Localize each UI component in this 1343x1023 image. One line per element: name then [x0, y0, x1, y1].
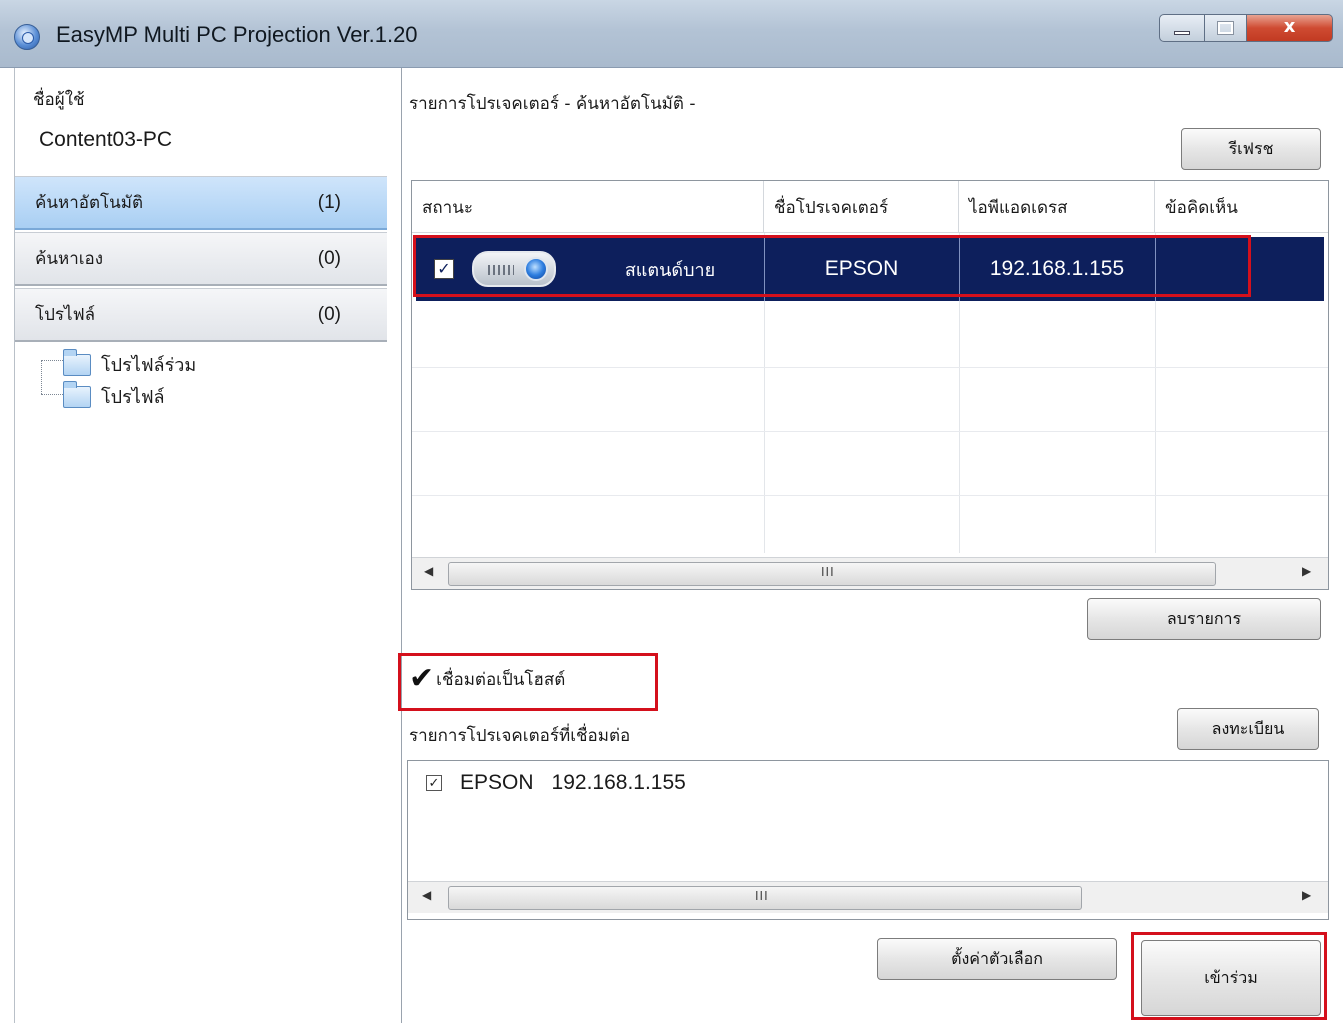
left-panel: ชื่อผู้ใช้ Content03-PC ค้นหาอัตโนมัติ (…: [14, 68, 402, 1023]
sidebar-item-profile[interactable]: โปรไฟล์ (0): [15, 288, 387, 342]
row-status: สแตนด์บาย: [624, 259, 716, 281]
column-header-status[interactable]: สถานะ: [412, 181, 764, 233]
connected-projector-list: ✓ EPSON 192.168.1.155 ◀ III ▶: [407, 760, 1329, 920]
window-title: EasyMP Multi PC Projection Ver.1.20: [56, 22, 418, 47]
connected-list-title: รายการโปรเจคเตอร์ที่เชื่อมต่อ: [409, 726, 631, 746]
register-button[interactable]: ลงทะเบียน: [1177, 708, 1319, 750]
tree-item-shared-profile[interactable]: โปรไฟล์ร่วม: [63, 348, 197, 379]
profile-tree: โปรไฟล์ร่วม โปรไฟล์: [37, 348, 357, 420]
minimize-button[interactable]: [1159, 14, 1205, 42]
sidebar-item-label: โปรไฟล์: [35, 305, 96, 325]
table-header: สถานะ ชื่อโปรเจคเตอร์ ไอพีแอดเดรส ข้อคิด…: [412, 181, 1328, 233]
list-item[interactable]: ✓ EPSON 192.168.1.155: [426, 771, 686, 795]
scroll-left-icon[interactable]: ◀: [424, 564, 433, 578]
row-ip-address: 192.168.1.155: [989, 257, 1125, 280]
scroll-right-icon[interactable]: ▶: [1302, 888, 1311, 902]
checkmark-icon: ✔: [409, 661, 435, 696]
scrollbar-thumb[interactable]: III: [448, 562, 1216, 586]
title-bar: EasyMP Multi PC Projection Ver.1.20 x: [0, 0, 1343, 68]
connected-projector-name: EPSON: [460, 771, 534, 794]
projector-vent: [488, 265, 514, 275]
close-button[interactable]: x: [1247, 14, 1333, 42]
row-projector-name: EPSON: [824, 257, 899, 280]
column-header-name[interactable]: ชื่อโปรเจคเตอร์: [764, 181, 959, 233]
sidebar-item-count: (1): [317, 191, 341, 213]
table-row[interactable]: ✓ สแตนด์บาย EPSON 192.168.1.155: [416, 237, 1324, 301]
refresh-button[interactable]: รีเฟรช: [1181, 128, 1321, 170]
projector-icon: [472, 251, 556, 287]
connected-checkbox[interactable]: ✓: [426, 775, 442, 791]
column-header-comment[interactable]: ข้อคิดเห็น: [1155, 181, 1328, 233]
close-icon: x: [1283, 16, 1296, 37]
maximize-icon: [1217, 21, 1234, 35]
sidebar-item-label: ค้นหาอัตโนมัติ: [35, 193, 143, 213]
scroll-right-icon[interactable]: ▶: [1302, 564, 1311, 578]
sidebar-item-label: ค้นหาเอง: [35, 249, 104, 269]
tree-line: [41, 360, 63, 361]
tree-item-label: โปรไฟล์ร่วม: [101, 355, 197, 376]
tree-line: [41, 394, 63, 395]
projector-list-title: รายการโปรเจคเตอร์ - ค้นหาอัตโนมัติ -: [409, 94, 696, 114]
sidebar-item-count: (0): [317, 303, 341, 325]
tree-line: [41, 360, 42, 394]
main-panel: รายการโปรเจคเตอร์ - ค้นหาอัตโนมัติ - รีเ…: [403, 68, 1343, 1023]
column-header-ip[interactable]: ไอพีแอดเดรส: [959, 181, 1155, 233]
row-divider: [412, 367, 1328, 368]
window-controls: x: [1159, 14, 1333, 42]
scroll-left-icon[interactable]: ◀: [422, 888, 431, 902]
connect-as-host-label: เชื่อมต่อเป็นโฮสต์: [436, 669, 566, 690]
row-divider: [412, 431, 1328, 432]
tree-item-profile[interactable]: โปรไฟล์: [63, 380, 165, 411]
sidebar-item-manual-search[interactable]: ค้นหาเอง (0): [15, 232, 387, 286]
table-horizontal-scrollbar[interactable]: ◀ III ▶: [412, 557, 1328, 589]
tree-item-label: โปรไฟล์: [101, 387, 165, 408]
folder-open-icon: [63, 380, 91, 408]
projector-lens: [524, 257, 548, 281]
options-button[interactable]: ตั้งค่าตัวเลือก: [877, 938, 1117, 980]
sidebar-item-count: (0): [317, 247, 341, 269]
folder-icon: [63, 348, 91, 376]
scroll-grip-icon: III: [821, 565, 835, 579]
user-name: Content03-PC: [39, 128, 173, 151]
connect-as-host-checkbox[interactable]: ✔ เชื่อมต่อเป็นโฮสต์: [409, 664, 565, 694]
maximize-button[interactable]: [1205, 14, 1247, 42]
row-divider: [412, 495, 1328, 496]
connected-projector-ip: 192.168.1.155: [551, 771, 686, 794]
sidebar-item-auto-search[interactable]: ค้นหาอัตโนมัติ (1): [15, 176, 387, 230]
join-button[interactable]: เข้าร่วม: [1141, 940, 1321, 1016]
app-icon: [14, 24, 40, 50]
scrollbar-thumb[interactable]: III: [448, 886, 1082, 910]
minimize-icon: [1174, 31, 1190, 35]
scroll-grip-icon: III: [755, 889, 769, 903]
row-comment: [1155, 237, 1324, 301]
row-checkbox[interactable]: ✓: [434, 259, 454, 279]
connected-horizontal-scrollbar[interactable]: ◀ III ▶: [408, 881, 1328, 913]
projector-table: สถานะ ชื่อโปรเจคเตอร์ ไอพีแอดเดรส ข้อคิด…: [411, 180, 1329, 590]
delete-list-button[interactable]: ลบรายการ: [1087, 598, 1321, 640]
user-label: ชื่อผู้ใช้: [33, 90, 85, 110]
